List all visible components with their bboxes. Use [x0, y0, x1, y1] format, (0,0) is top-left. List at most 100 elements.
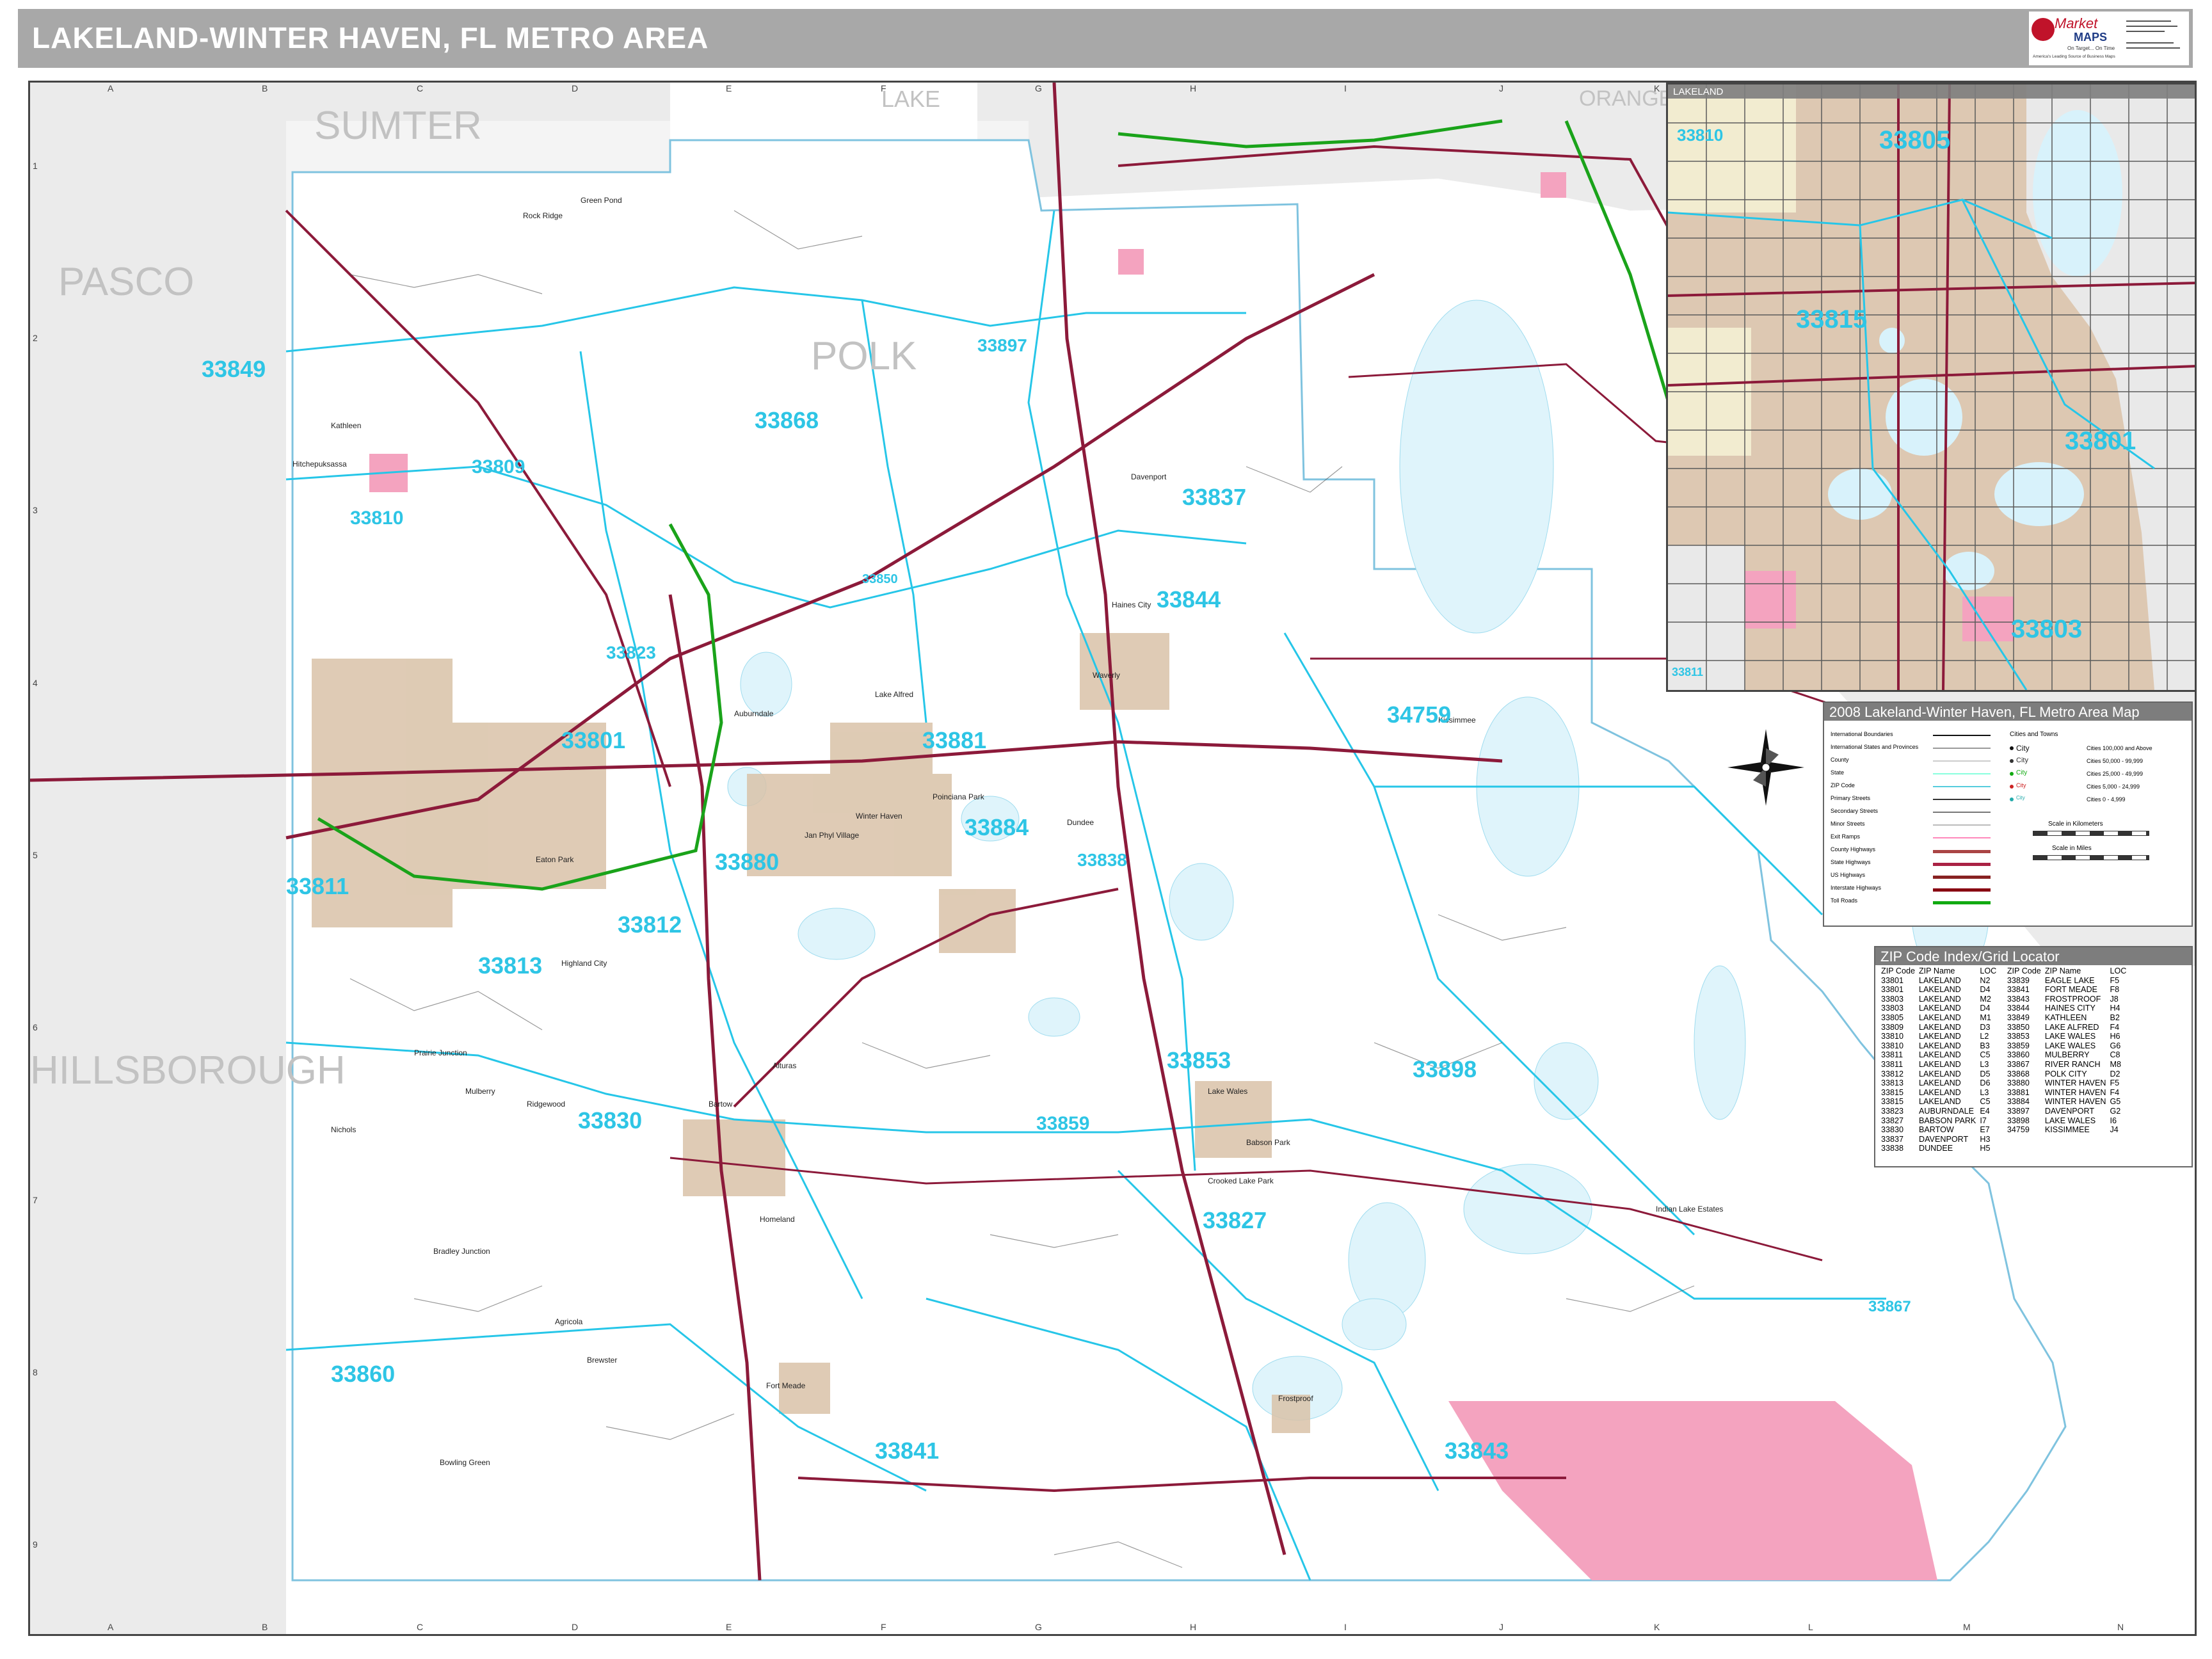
- legend-line-label: International States and Provinces: [1831, 744, 1919, 750]
- legend-line-swatch: [1933, 876, 1991, 879]
- zip-index-cell: F4: [2110, 1087, 2120, 1097]
- grid-column-label: H: [1190, 1622, 1196, 1632]
- legend-city-desc: Cities 25,000 - 49,999: [2087, 771, 2144, 777]
- place-label: Lake Alfred: [875, 690, 913, 699]
- table-row: 33837 DAVENPORT H3: [1879, 1135, 2128, 1144]
- grid-column-label: F: [881, 1622, 886, 1632]
- zip-index-cell: H3: [1980, 1134, 1991, 1144]
- place-label: Lake Wales: [1208, 1087, 1247, 1096]
- zip-index-cell: BABSON PARK: [1918, 1116, 1976, 1125]
- legend-line-label: State Highways: [1831, 859, 1871, 865]
- table-row: 33827 BABSON PARK I7 33898 LAKE WALES I6: [1879, 1116, 2128, 1126]
- grid-row-label: 7: [33, 1195, 38, 1205]
- grid-row-label: 4: [33, 678, 38, 688]
- county-label-polk: POLK: [811, 334, 917, 378]
- zip-index-cell: LAKE WALES: [2044, 1032, 2096, 1041]
- grid-column-label: A: [108, 1622, 114, 1632]
- legend-line-item: State Highways: [1831, 859, 1997, 870]
- place-label: Alturas: [773, 1061, 796, 1070]
- zip-index-cell: DUNDEE: [1918, 1144, 1953, 1153]
- table-row: 33803 LAKELAND D4 33844 HAINES CITY H4: [1879, 1004, 2128, 1013]
- zip-label-33844: 33844: [1157, 586, 1221, 613]
- zip-index-cell: 33843: [2007, 994, 2030, 1004]
- zip-index-cell: J8: [2110, 994, 2119, 1004]
- zip-label-33823: 33823: [606, 643, 656, 662]
- zip-index-cell: 33881: [2007, 1087, 2030, 1097]
- legend-title: 2008 Lakeland-Winter Haven, FL Metro Are…: [1824, 703, 2192, 721]
- zip-label-33859: 33859: [1036, 1113, 1089, 1134]
- zip-index-cell: I6: [2110, 1116, 2117, 1125]
- zip-index-cell: H6: [2110, 1032, 2120, 1041]
- grid-column-label: I: [1344, 1622, 1347, 1632]
- zip-index-cell: LAKELAND: [1918, 994, 1961, 1004]
- zip-label-33884: 33884: [965, 814, 1029, 840]
- zip-index-cell: 33853: [2007, 1032, 2030, 1041]
- logo-word-maps: MAPS: [2074, 31, 2107, 44]
- zip-index-cell: 33844: [2007, 1004, 2030, 1013]
- zip-label-33881: 33881: [922, 727, 986, 753]
- zip-index-cell: G5: [2110, 1097, 2121, 1107]
- place-label: Bradley Junction: [433, 1247, 490, 1256]
- zip-index-cell: D3: [1980, 1022, 1991, 1032]
- zip-index-cell: 33837: [1881, 1134, 1904, 1144]
- zip-index-cell: EAGLE LAKE: [2044, 975, 2095, 985]
- table-row: 33815 LAKELAND C5 33884 WINTER HAVEN G5: [1879, 1097, 2128, 1107]
- table-row: 33838 DUNDEE H5: [1879, 1144, 2128, 1153]
- table-row: 33815 LAKELAND L3 33881 WINTER HAVEN F4: [1879, 1088, 2128, 1098]
- legend-line-swatch: [1933, 773, 1991, 774]
- legend-city-item: City Cities 100,000 and Above: [2010, 744, 2183, 755]
- zip-index-cell: 33803: [1881, 1004, 1904, 1013]
- legend-city-item: City Cities 0 - 4,999: [2010, 795, 2183, 806]
- legend-line-item: Interstate Highways: [1831, 885, 1997, 896]
- legend-line-swatch: [1933, 863, 1991, 866]
- zip-index-cell: 33805: [1881, 1013, 1904, 1022]
- legend-line-label: Interstate Highways: [1831, 885, 1882, 891]
- zip-code-index: ZIP Code Index/Grid Locator ZIP Code ZIP …: [1874, 946, 2193, 1167]
- legend-line-item: International States and Provinces: [1831, 744, 1997, 755]
- place-label: Davenport: [1131, 472, 1167, 481]
- place-label: Rock Ridge: [523, 211, 563, 220]
- legend-line-item: Primary Streets: [1831, 795, 1997, 806]
- legend-line-label: Exit Ramps: [1831, 833, 1861, 840]
- zip-index-cell: 33813: [1881, 1078, 1904, 1088]
- grid-column-label: C: [417, 1622, 423, 1632]
- zip-index-cell: D4: [1980, 1004, 1991, 1013]
- table-row: 33811 LAKELAND L3 33867 RIVER RANCH M8: [1879, 1060, 2128, 1070]
- zip-index-cell: F8: [2110, 985, 2120, 995]
- grid-column-label: F: [881, 83, 886, 93]
- place-label: Nichols: [331, 1125, 356, 1134]
- zip-label-33868: 33868: [755, 407, 819, 433]
- zip-index-cell: FROSTPROOF: [2044, 994, 2101, 1004]
- zip-index-header: LOC: [1980, 966, 1997, 975]
- legend-city-desc: Cities 100,000 and Above: [2087, 745, 2152, 751]
- zip-index-cell: 33838: [1881, 1144, 1904, 1153]
- legend-line-swatch: [1933, 850, 1991, 853]
- table-row: 33830 BARTOW E7 34759 KISSIMMEE J4: [1879, 1125, 2128, 1135]
- zip-index-cell: BARTOW: [1918, 1125, 1954, 1135]
- table-row: 33801 LAKELAND N2 33839 EAGLE LAKE F5: [1879, 976, 2128, 986]
- lakeland-inset[interactable]: LAKELAND LAKELAND 33810 33805 33815 3380…: [1666, 83, 2195, 692]
- zip-index-cell: RIVER RANCH: [2044, 1059, 2101, 1069]
- grid-column-label: H: [1190, 83, 1196, 93]
- legend-city-name: City: [2016, 795, 2025, 801]
- legend-city-name: City: [2016, 782, 2026, 789]
- zip-index-cell: KATHLEEN: [2044, 1013, 2087, 1022]
- place-label: Winter Haven: [856, 812, 902, 821]
- city-dot-icon: [2010, 772, 2014, 776]
- place-label: Bartow: [709, 1100, 733, 1109]
- grid-column-label: I: [1344, 83, 1347, 93]
- table-row: 33823 AUBURNDALE E4 33897 DAVENPORT G2: [1879, 1107, 2128, 1116]
- table-row: 33809 LAKELAND D3 33850 LAKE ALFRED F4: [1879, 1023, 2128, 1032]
- legend-line-label: International Boundaries: [1831, 731, 1893, 737]
- legend-city-desc: Cities 0 - 4,999: [2087, 796, 2126, 803]
- zip-label-33810: 33810: [350, 508, 403, 529]
- county-label-lake: LAKE: [881, 86, 940, 112]
- grid-column-label: M: [1963, 1622, 1971, 1632]
- grid-row-label: 5: [33, 850, 38, 860]
- legend-line-item: Secondary Streets: [1831, 808, 1997, 819]
- legend-line-swatch: [1933, 888, 1991, 892]
- inset-zip-33801: 33801: [2065, 427, 2136, 455]
- zip-index-cell: POLK CITY: [2044, 1069, 2087, 1078]
- zip-label-33811: 33811: [286, 873, 349, 899]
- place-label: Eaton Park: [536, 855, 574, 864]
